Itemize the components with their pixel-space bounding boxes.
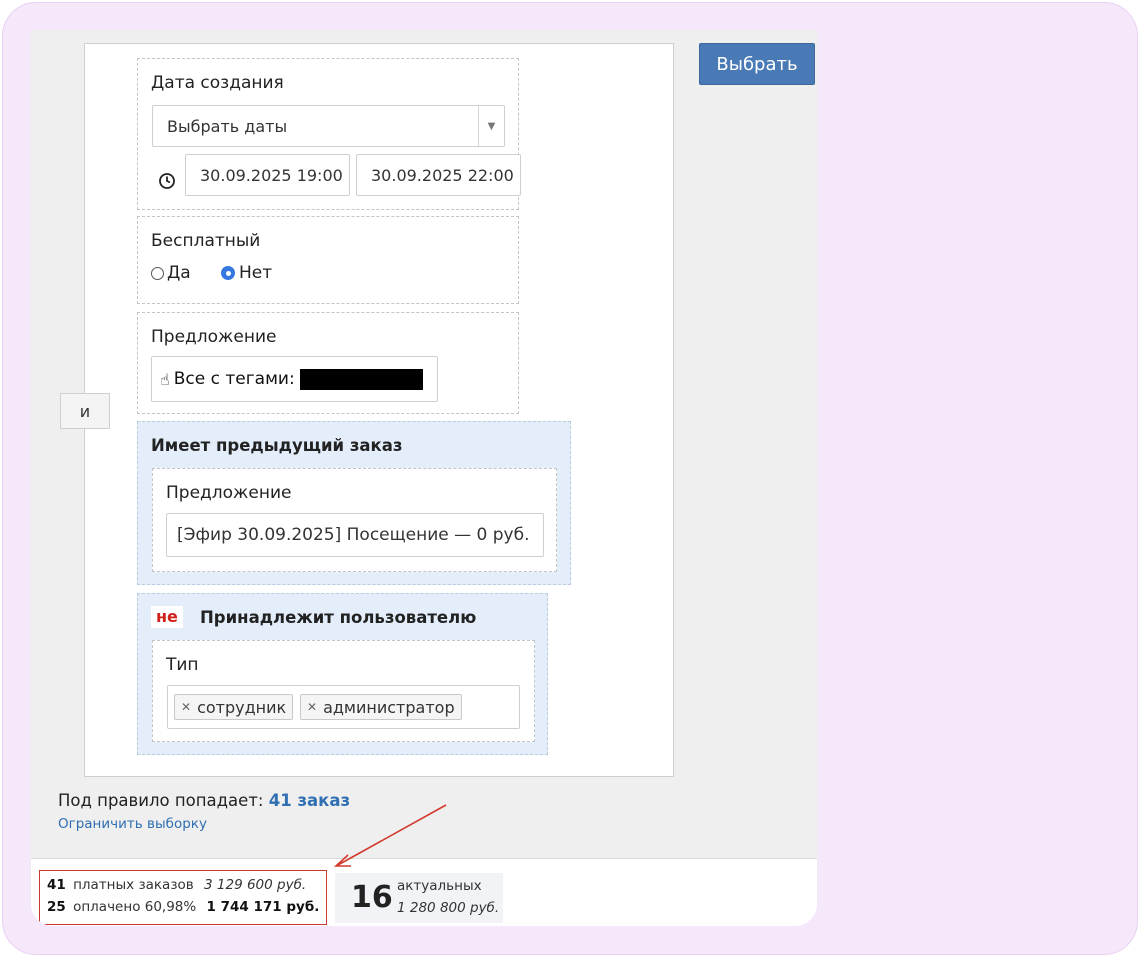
previous-order-title: Имеет предыдущий заказ — [151, 436, 403, 455]
date-from-input[interactable]: 30.09.2025 19:00 — [185, 154, 350, 196]
negation-badge[interactable]: не — [151, 606, 183, 628]
free-label: Бесплатный — [151, 231, 261, 251]
rule-count-link[interactable]: 41 заказ — [269, 791, 350, 810]
belongs-user-title: Принадлежит пользователю — [200, 608, 477, 627]
free-filter: Бесплатный Да Нет — [137, 216, 519, 304]
user-type-label: Тип — [166, 655, 199, 675]
free-radio-yes[interactable]: Да — [151, 263, 191, 283]
free-radio-no[interactable]: Нет — [221, 263, 272, 283]
paid-sum: 3 129 600 руб. — [204, 877, 307, 893]
filter-panel: Дата создания Выбрать даты ▼ 30.09.2025 … — [84, 43, 674, 777]
clock-icon — [159, 173, 175, 189]
date-to-input[interactable]: 30.09.2025 22:00 — [356, 154, 521, 196]
free-no-label: Нет — [239, 263, 273, 283]
date-range-select-value: Выбрать даты — [167, 116, 288, 136]
tag-employee[interactable]: ✕ сотрудник — [174, 694, 294, 720]
caret-down-icon: ▼ — [478, 106, 504, 146]
free-yes-label: Да — [167, 263, 191, 283]
date-to-value: 30.09.2025 22:00 — [371, 165, 514, 185]
tag-admin-label: администратор — [323, 697, 455, 717]
screenshot-area: Дата создания Выбрать даты ▼ 30.09.2025 … — [31, 30, 817, 926]
date-range-select[interactable]: Выбрать даты ▼ — [152, 105, 505, 147]
payed-count: 25 — [47, 899, 66, 915]
tag-employee-label: сотрудник — [197, 697, 287, 717]
user-type-box: Тип ✕ сотрудник ✕ администратор — [152, 640, 535, 742]
offer-tags-field[interactable]: ☝ Все с тегами: — [151, 356, 438, 402]
rule-summary: Под правило попадает: 41 заказ — [58, 791, 350, 810]
rule-prefix: Под правило попадает: — [58, 791, 264, 810]
actual-stats-box: 16 актуальных 1 280 800 руб. — [335, 873, 503, 923]
redacted-block — [299, 368, 423, 390]
choose-button[interactable]: Выбрать — [699, 43, 815, 85]
previous-order-offer-value: [Эфир 30.09.2025] Посещение — 0 руб. — [177, 525, 530, 545]
user-type-tags-field[interactable]: ✕ сотрудник ✕ администратор — [167, 685, 520, 729]
actual-label: актуальных — [397, 878, 482, 894]
previous-order-filter: Имеет предыдущий заказ Предложение [Эфир… — [137, 421, 571, 585]
date-from-value: 30.09.2025 19:00 — [200, 165, 343, 185]
paid-label: платных заказов — [73, 877, 194, 893]
paid-row: 41 платных заказов 3 129 600 руб. — [47, 877, 306, 893]
hand-pointer-icon: ☝ — [160, 369, 170, 389]
remove-tag-icon[interactable]: ✕ — [307, 700, 317, 714]
remove-tag-icon[interactable]: ✕ — [181, 700, 191, 714]
offer-filter: Предложение ☝ Все с тегами: — [137, 312, 519, 414]
tag-admin[interactable]: ✕ администратор — [300, 694, 462, 720]
offer-value: Все с тегами: — [173, 369, 295, 389]
actual-count: 16 — [351, 880, 393, 915]
and-operator-button[interactable]: и — [60, 393, 110, 429]
payed-row: 25 оплачено 60,98% 1 744 171 руб. — [47, 899, 319, 915]
previous-order-offer-field[interactable]: [Эфир 30.09.2025] Посещение — 0 руб. — [166, 513, 544, 557]
paid-count: 41 — [47, 877, 66, 893]
offer-label: Предложение — [151, 327, 277, 347]
actual-sum: 1 280 800 руб. — [397, 900, 500, 916]
radio-unchecked-icon — [151, 266, 164, 280]
paid-stats-box: 41 платных заказов 3 129 600 руб. 25 опл… — [39, 870, 327, 925]
limit-selection-link[interactable]: Ограничить выборку — [58, 816, 207, 832]
belongs-user-filter: не Принадлежит пользователю Тип ✕ сотруд… — [137, 593, 548, 755]
stats-bar: 41 платных заказов 3 129 600 руб. 25 опл… — [31, 858, 817, 926]
previous-order-offer-label: Предложение — [166, 483, 292, 503]
previous-order-offer-box: Предложение [Эфир 30.09.2025] Посещение … — [152, 468, 557, 572]
created-date-filter: Дата создания Выбрать даты ▼ 30.09.2025 … — [137, 58, 521, 210]
payed-sum: 1 744 171 руб. — [206, 899, 320, 915]
created-date-label: Дата создания — [151, 73, 284, 93]
payed-label: оплачено 60,98% — [73, 899, 197, 915]
radio-checked-icon — [221, 266, 235, 280]
